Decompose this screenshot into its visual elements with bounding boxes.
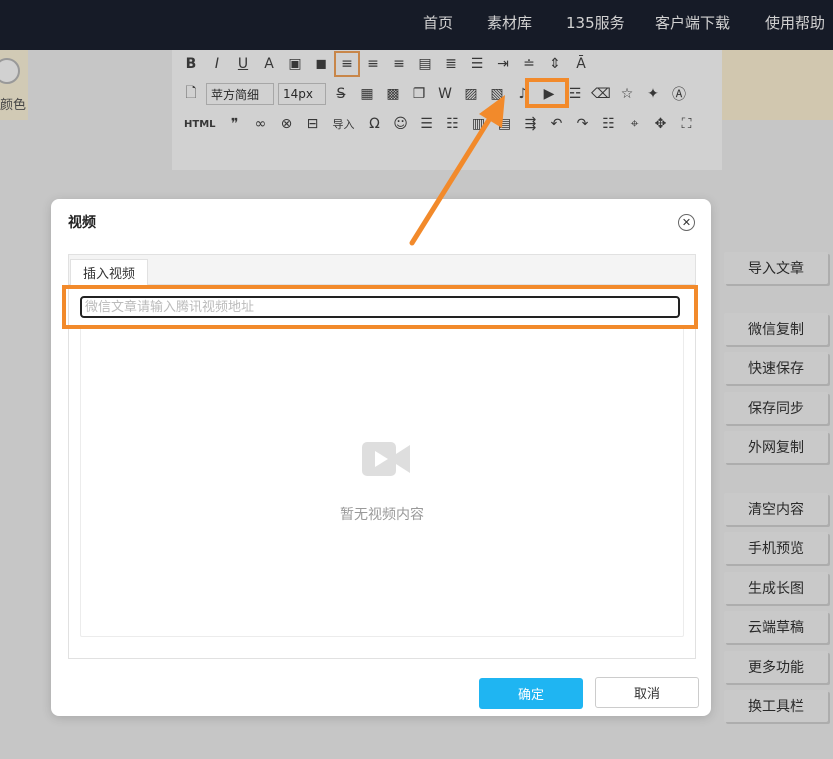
tab-bar: 插入视频 [69,255,695,285]
video-preview-area: 暂无视频内容 [80,327,684,637]
video-dialog: 视频 ✕ 插入视频 暂无视频内容 确定 取消 [51,199,711,716]
cancel-button[interactable]: 取消 [595,677,699,708]
close-icon[interactable]: ✕ [678,214,695,231]
tab-insert-video[interactable]: 插入视频 [70,259,148,285]
video-button-highlight [525,78,569,108]
dialog-title: 视频 [68,215,96,231]
confirm-button[interactable]: 确定 [479,678,583,709]
video-camera-icon [362,442,410,476]
empty-state-text: 暂无视频内容 [340,507,424,523]
input-highlight [62,285,698,329]
